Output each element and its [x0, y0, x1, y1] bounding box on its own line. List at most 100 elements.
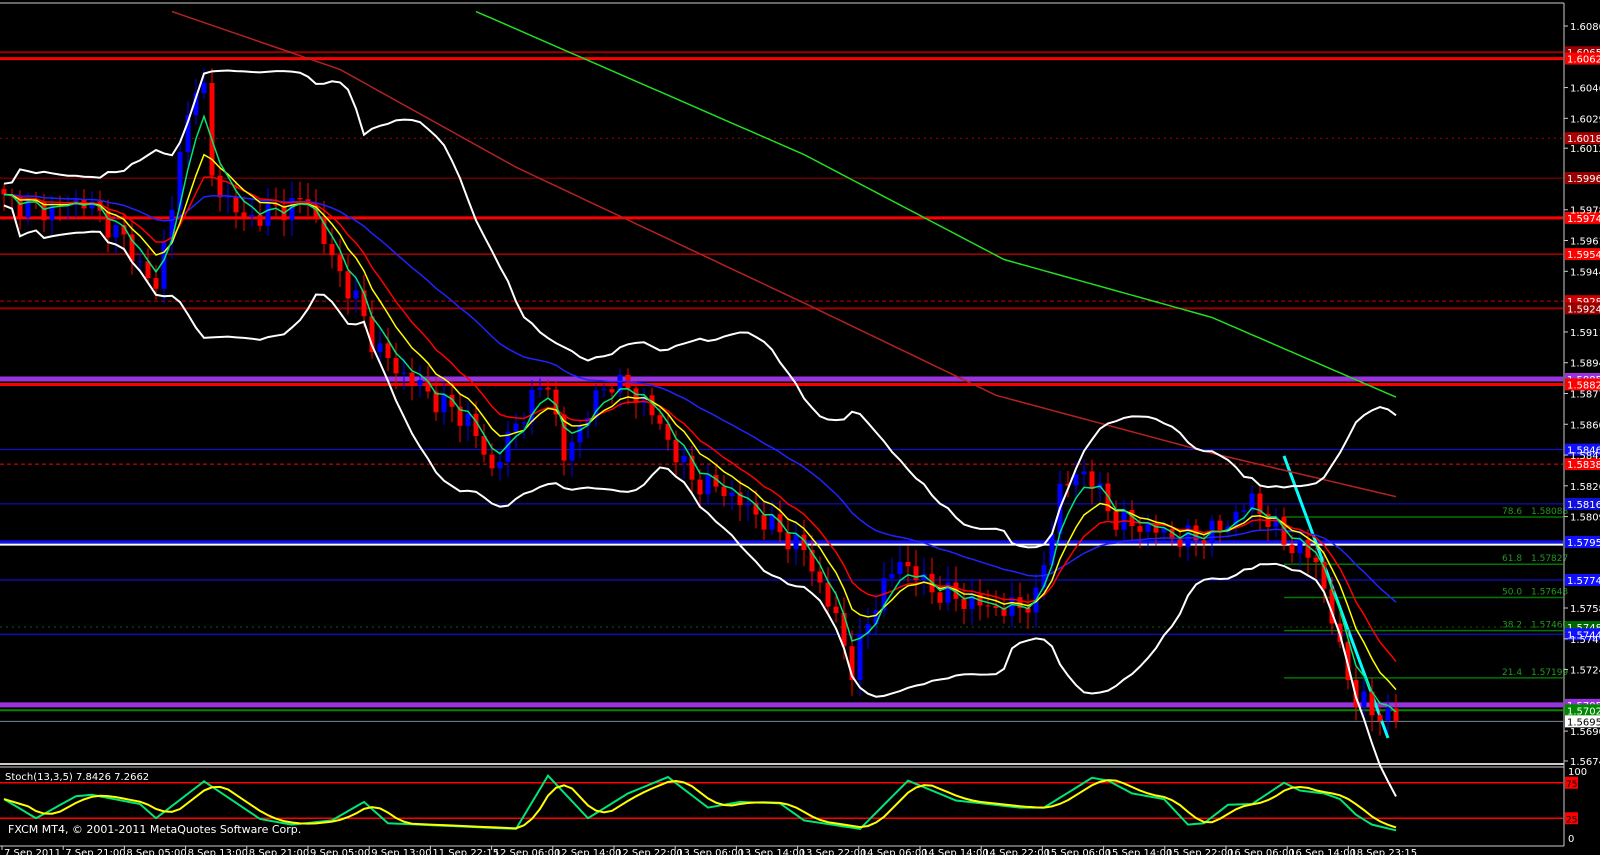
time-label: 13 Sep 22:00	[800, 848, 867, 855]
stoch-label: Stoch(13,3,5) 7.8426 7.2662	[5, 772, 149, 783]
price-tick-label: 1.58770	[1570, 389, 1600, 400]
fib-price-label: 1.57199	[1531, 668, 1568, 678]
price-tick-label: 1.56740	[1570, 757, 1600, 768]
price-tick-label: 1.58090	[1570, 513, 1600, 524]
candle-body	[1201, 540, 1207, 544]
candle-body	[1081, 471, 1087, 475]
price-tick-label: 1.59785	[1570, 206, 1600, 217]
candle-body	[897, 561, 903, 575]
candle-body	[609, 389, 615, 393]
level-price-label: 1.58160	[1567, 500, 1600, 511]
candle-body	[465, 413, 471, 426]
price-tick-label: 1.57245	[1570, 666, 1600, 677]
time-label: 13 Sep 14:00	[738, 848, 805, 855]
level-price-label: 1.57950	[1567, 538, 1600, 549]
time-label: 15 Sep 22:00	[1167, 848, 1234, 855]
candle-body	[833, 606, 839, 613]
level-price-label: 1.57740	[1567, 576, 1600, 587]
candle-body	[825, 582, 831, 607]
time-label: 15 Sep 14:00	[1106, 848, 1173, 855]
fib-price-label: 1.58088	[1531, 507, 1568, 517]
candle-body	[1089, 471, 1095, 489]
price-tick-label: 1.57585	[1570, 604, 1600, 615]
candle-body	[985, 605, 991, 607]
candle-body	[513, 423, 519, 432]
candle-body	[241, 212, 247, 217]
candle-body	[697, 479, 703, 495]
time-label: 12 Sep 22:00	[616, 848, 683, 855]
candle-body	[497, 461, 503, 469]
stoch-level-label: 75	[1566, 780, 1577, 790]
candle-body	[233, 196, 239, 213]
candle-body	[1073, 474, 1079, 486]
candle-body	[857, 634, 863, 680]
candle-body	[817, 571, 823, 583]
fib-price-label: 1.57827	[1531, 554, 1568, 564]
candle-body	[537, 387, 543, 390]
candle-body	[137, 261, 143, 263]
time-label: 12 Sep 14:00	[555, 848, 622, 855]
price-tick-label: 1.58600	[1570, 420, 1600, 431]
chart-background	[0, 0, 1600, 855]
time-label: 9 Sep 05:00	[310, 848, 370, 855]
candle-body	[1, 189, 7, 195]
time-label: 12 Sep 06:00	[494, 848, 561, 855]
fib-level-label: 50.0	[1502, 588, 1522, 598]
candle-body	[353, 290, 359, 299]
candle-body	[1305, 539, 1311, 558]
candle-body	[569, 442, 575, 461]
candle-body	[1289, 544, 1295, 554]
fib-level-label: 21.4	[1502, 668, 1522, 678]
candle-body	[705, 475, 711, 495]
time-label: 14 Sep 14:00	[922, 848, 989, 855]
copyright-text: FXCM MT4, © 2001-2011 MetaQuotes Softwar…	[8, 823, 301, 836]
price-tick-label: 1.60800	[1570, 22, 1600, 33]
price-tick-label: 1.56905	[1570, 727, 1600, 738]
candle-body	[417, 380, 423, 386]
price-tick-label: 1.60460	[1570, 84, 1600, 95]
candle-body	[793, 534, 799, 550]
candle-body	[393, 358, 399, 374]
candle-body	[1377, 715, 1383, 721]
fib-level-label: 38.2	[1502, 621, 1522, 631]
candle-body	[1313, 557, 1319, 563]
price-tick-label: 1.58260	[1570, 482, 1600, 493]
time-label: 9 Sep 13:00	[371, 848, 431, 855]
candle-body	[1385, 708, 1391, 721]
time-axis: 7 Sep 2011 7 Sep 21:00 8 Sep 05:00 8 Sep 13…	[1, 846, 1417, 855]
candle-body	[521, 422, 527, 424]
time-label: 8 Sep 05:00	[126, 848, 186, 855]
candle-body	[345, 271, 351, 299]
candle-body	[673, 439, 679, 463]
mt4-chart[interactable]: 78.6 1.58088 61.8 1.57827 50.0 1.57643 38.2 1.5…	[0, 0, 1600, 855]
level-price-label: 1.60620	[1567, 55, 1600, 66]
price-tick-label: 1.57415	[1570, 635, 1600, 646]
time-label: 7 Sep 21:00	[65, 848, 125, 855]
candle-body	[297, 197, 303, 200]
price-tick-label: 1.60290	[1570, 114, 1600, 125]
level-price-label: 1.59960	[1567, 174, 1600, 185]
fib-price-label: 1.57643	[1531, 588, 1568, 598]
candle-body	[113, 224, 119, 238]
candle-body	[337, 255, 343, 272]
candle-body	[889, 574, 895, 579]
candle-body	[1297, 539, 1303, 554]
candle-body	[729, 492, 735, 496]
candle-body	[225, 196, 231, 198]
candle-body	[401, 372, 407, 374]
candle-body	[745, 502, 751, 506]
time-label: 16 Sep 06:00	[1228, 848, 1295, 855]
candle-body	[177, 152, 183, 210]
stoch-scale-max: 100	[1568, 767, 1587, 778]
candle-body	[785, 532, 791, 550]
candle-body	[249, 215, 255, 217]
stoch-scale-min: 0	[1568, 834, 1574, 845]
time-label: 11 Sep 22:15	[432, 848, 499, 855]
candle-body	[937, 592, 943, 603]
candle-body	[329, 243, 335, 256]
candle-body	[841, 612, 847, 647]
candle-body	[721, 486, 727, 496]
candle-body	[257, 215, 263, 226]
candle-body	[1241, 510, 1247, 512]
candle-body	[385, 343, 391, 359]
